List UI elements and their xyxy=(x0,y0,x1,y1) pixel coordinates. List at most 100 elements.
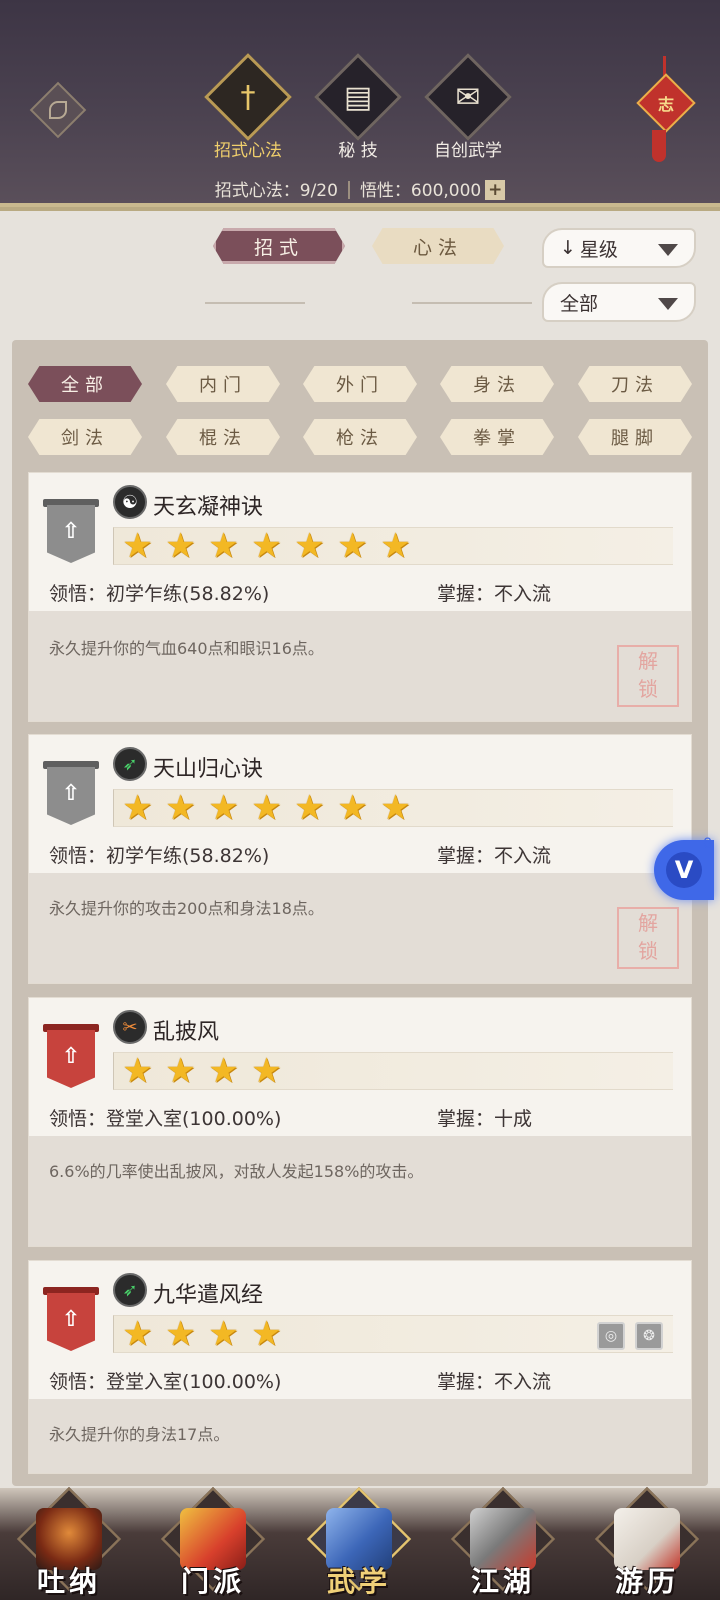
nav-sect[interactable]: 门派 xyxy=(158,1486,268,1600)
star-icon: ★ xyxy=(337,526,368,566)
skill-name: 天玄凝神诀 xyxy=(153,495,264,520)
filter-saber[interactable]: 刀法 xyxy=(578,366,692,402)
star-icon: ★ xyxy=(208,788,239,828)
star-icon: ★ xyxy=(165,1314,196,1354)
mastery-value: 不入流 xyxy=(494,583,552,605)
scroll-icon: ✉ xyxy=(455,79,481,115)
comprehension-row: 领悟：初学乍练(58.82%) xyxy=(49,841,269,868)
rank-banner-icon: ⇧ xyxy=(43,499,99,565)
eye-icon[interactable] xyxy=(29,81,87,139)
tab-custom-martial[interactable]: ✉ 自创武学 xyxy=(423,53,513,161)
sort-tab-inner-arts[interactable]: 心法 xyxy=(372,228,504,264)
effect-icons: ◎ ❂ xyxy=(597,1322,663,1350)
nav-travel[interactable]: 游历 xyxy=(592,1486,702,1600)
description-area xyxy=(29,873,691,983)
mastery-row: 掌握：十成 xyxy=(437,1104,532,1131)
unlock-seal-stamp: 解锁 xyxy=(617,907,679,969)
moves-count: 招式心法：9/20 xyxy=(214,181,338,201)
tab-moves[interactable]: † 招式心法 xyxy=(203,53,293,161)
arrow-down-icon: ↓ xyxy=(560,237,576,259)
chinese-knot-icon[interactable]: 志 xyxy=(636,73,696,133)
star-icon: ★ xyxy=(208,1051,239,1091)
skill-description: 永久提升你的气血640点和眼识16点。 xyxy=(49,639,324,658)
skill-description: 永久提升你的攻击200点和身法18点。 xyxy=(49,899,324,918)
skill-card[interactable]: ⇧ ➶ 九华遣风经 ★ ★ ★ ★ ◎ ❂ 领悟：登堂入室(100.00%) 掌握：不… xyxy=(28,1260,692,1474)
comprehension-value: 初学乍练(58.82%) xyxy=(106,583,270,605)
chevron-down-icon xyxy=(658,298,678,310)
blade-icon: ✂ xyxy=(113,1010,147,1044)
skill-card[interactable]: ⇧ ☯ 天玄凝神诀 ★ ★ ★ ★ ★ ★ ★ 领悟：初学乍练(58.82%) 掌握：不入流… xyxy=(28,472,692,722)
filter-outer[interactable]: 外门 xyxy=(303,366,417,402)
nav-jianghu[interactable]: 江湖 xyxy=(448,1486,558,1600)
star-icon: ★ xyxy=(165,526,196,566)
vip-count: 8 xyxy=(703,836,712,852)
unlock-seal-stamp: 解锁 xyxy=(617,645,679,707)
filter-movement[interactable]: 身法 xyxy=(440,366,554,402)
filter-sword[interactable]: 剑法 xyxy=(28,419,142,455)
skill-description: 永久提升你的身法17点。 xyxy=(49,1425,230,1444)
comprehension-value: 登堂入室(100.00%) xyxy=(106,1108,282,1130)
boot-icon: ➶ xyxy=(113,747,147,781)
filter-kick[interactable]: 腿脚 xyxy=(578,419,692,455)
mastery-row: 掌握：不入流 xyxy=(437,1367,551,1394)
star-icon: ★ xyxy=(122,788,153,828)
divider-ornament xyxy=(205,302,305,304)
sort-tab-moves[interactable]: 招式 xyxy=(213,228,345,264)
description-area xyxy=(29,611,691,721)
insight-value: 悟性：600,000 xyxy=(359,181,482,201)
nav-martial-arts[interactable]: 武学 xyxy=(304,1486,414,1600)
star-icon: ★ xyxy=(337,788,368,828)
star-icon: ★ xyxy=(251,788,282,828)
knot-tassel xyxy=(652,130,666,162)
header-bar: † 招式心法 ▤ 秘 技 ✉ 自创武学 志 招式心法：9/20 悟性：600,00… xyxy=(0,0,720,211)
star-icon: ★ xyxy=(165,788,196,828)
filter-inner[interactable]: 内门 xyxy=(166,366,280,402)
star-icon: ★ xyxy=(208,1314,239,1354)
filter-staff[interactable]: 棍法 xyxy=(166,419,280,455)
nav-breathe[interactable]: 吐纳 xyxy=(14,1486,124,1600)
star-icon: ★ xyxy=(380,788,411,828)
nav-label: 武学 xyxy=(326,1565,391,1598)
comprehension-label: 领悟： xyxy=(49,1108,107,1130)
comprehension-value: 初学乍练(58.82%) xyxy=(106,845,270,867)
comprehension-value: 登堂入室(100.00%) xyxy=(106,1371,282,1393)
comprehension-label: 领悟： xyxy=(49,583,107,605)
order-dropdown[interactable]: ↓ 星级 xyxy=(542,228,696,268)
star-icon: ★ xyxy=(380,526,411,566)
star-icon: ★ xyxy=(251,526,282,566)
skill-name: 九华遣风经 xyxy=(153,1283,264,1308)
comprehension-row: 领悟：初学乍练(58.82%) xyxy=(49,579,269,606)
stats-separator xyxy=(347,181,350,199)
mastery-label: 掌握： xyxy=(437,583,495,605)
rank-banner-icon: ⇧ xyxy=(43,761,99,827)
skill-card[interactable]: ⇧ ✂ 乱披风 ★ ★ ★ ★ 领悟：登堂入室(100.00%) 掌握：十成 6.6%… xyxy=(28,997,692,1247)
mastery-value: 不入流 xyxy=(494,845,552,867)
skill-description: 6.6%的几率使出乱披风，对敌人发起158%的攻击。 xyxy=(49,1162,424,1181)
stats-line: 招式心法：9/20 悟性：600,000 + xyxy=(0,176,720,201)
filter-dropdown[interactable]: 全部 xyxy=(542,282,696,322)
star-icon: ★ xyxy=(165,1051,196,1091)
add-insight-button[interactable]: + xyxy=(485,180,506,200)
mastery-label: 掌握： xyxy=(437,845,495,867)
wind-icon[interactable]: ◎ xyxy=(597,1322,625,1350)
comprehension-row: 领悟：登堂入室(100.00%) xyxy=(49,1367,281,1394)
star-icon: ★ xyxy=(294,526,325,566)
bottom-nav: 吐纳 门派 武学 江湖 游历 xyxy=(0,1486,720,1600)
star-icon: ★ xyxy=(122,1314,153,1354)
tab-secret-skills[interactable]: ▤ 秘 技 xyxy=(313,53,403,161)
nav-label: 吐纳 xyxy=(36,1565,101,1598)
mastery-value: 十成 xyxy=(494,1108,533,1130)
star-icon: ★ xyxy=(122,526,153,566)
floating-vip-button[interactable]: V 8 xyxy=(654,836,714,900)
filter-all[interactable]: 全部 xyxy=(28,366,142,402)
filter-fist[interactable]: 拳掌 xyxy=(440,419,554,455)
mastery-row: 掌握：不入流 xyxy=(437,579,551,606)
swirl-icon[interactable]: ❂ xyxy=(635,1322,663,1350)
nav-label: 游历 xyxy=(614,1565,679,1598)
skill-card[interactable]: ⇧ ➶ 天山归心诀 ★ ★ ★ ★ ★ ★ ★ 领悟：初学乍练(58.82%) 掌握：不入流… xyxy=(28,734,692,984)
sword-icon: † xyxy=(240,79,256,115)
star-rating: ★ ★ ★ ★ xyxy=(113,1052,673,1090)
comprehension-label: 领悟： xyxy=(49,845,107,867)
filter-spear[interactable]: 枪法 xyxy=(303,419,417,455)
knot-char: 志 xyxy=(657,95,674,114)
